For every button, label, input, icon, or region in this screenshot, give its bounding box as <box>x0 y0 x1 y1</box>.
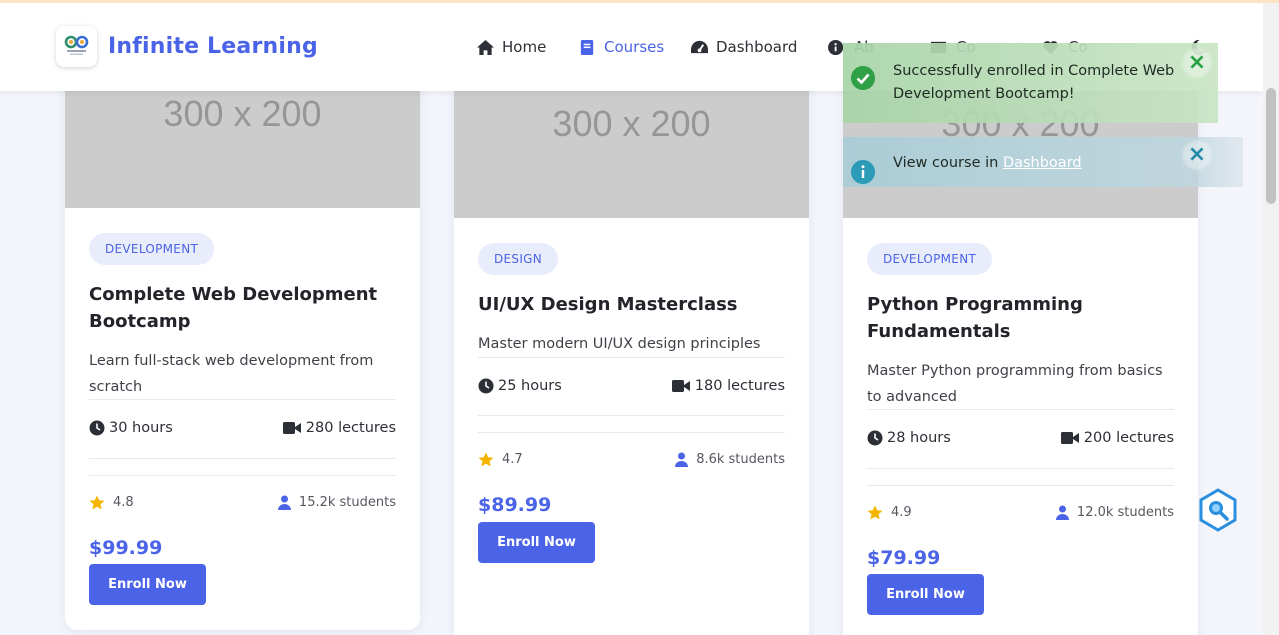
course-students: 8.6k students <box>696 452 785 467</box>
divider <box>478 432 785 433</box>
video-icon <box>282 422 301 434</box>
star-icon <box>867 505 883 520</box>
image-placeholder-text: 300 x 200 <box>163 93 322 134</box>
course-description: Learn full-stack web development from sc… <box>89 353 374 395</box>
clock-icon <box>867 430 883 446</box>
clock-icon <box>89 420 105 436</box>
star-icon <box>478 452 494 467</box>
brand-name[interactable]: Infinite Learning <box>108 34 318 59</box>
nav-dashboard[interactable]: Dashboard <box>690 36 797 58</box>
scrollbar-thumb[interactable] <box>1266 88 1276 204</box>
enroll-now-button[interactable]: Enroll Now <box>867 574 984 615</box>
course-price: $99.99 <box>89 537 163 559</box>
divider <box>867 409 1174 410</box>
brand-logo[interactable] <box>56 26 97 67</box>
infinite-logo-icon <box>64 35 89 55</box>
nav-courses-label: Courses <box>604 38 665 56</box>
course-hours: 25 hours <box>498 378 562 394</box>
top-accent-line <box>0 0 1279 3</box>
gauge-icon <box>691 40 708 53</box>
course-lectures: 180 lectures <box>694 378 785 394</box>
course-image: 300 x 200 <box>454 70 809 218</box>
check-circle-icon <box>851 66 875 90</box>
clock-icon <box>478 378 494 394</box>
course-price: $79.99 <box>867 547 941 569</box>
course-card[interactable]: 300 x 200 DEVELOPMENT Complete Web Devel… <box>65 60 420 630</box>
success-toast: Successfully enrolled in Complete Web De… <box>843 43 1218 123</box>
course-price: $89.99 <box>478 494 552 516</box>
course-lectures: 280 lectures <box>305 420 396 436</box>
divider <box>89 399 396 400</box>
course-meta: 25 hours 180 lectures <box>478 378 785 398</box>
nav-home[interactable]: Home <box>476 36 546 58</box>
category-badge: DEVELOPMENT <box>867 243 993 275</box>
video-icon <box>1060 432 1079 444</box>
category-badge: DEVELOPMENT <box>89 233 215 265</box>
info-message-prefix: View course in <box>893 155 1003 171</box>
divider <box>89 475 396 476</box>
nav-courses[interactable]: Courses <box>578 36 664 58</box>
course-description: Master Python programming from basics to… <box>867 363 1163 405</box>
course-rating: 4.9 <box>891 505 912 520</box>
dashboard-link[interactable]: Dashboard <box>1003 155 1082 171</box>
course-meta: 30 hours 280 lectures <box>89 420 396 440</box>
video-icon <box>671 380 690 392</box>
close-icon[interactable]: × <box>1184 50 1210 76</box>
course-rating: 4.7 <box>502 452 523 467</box>
divider <box>867 468 1174 469</box>
search-assistant-icon[interactable] <box>1195 487 1241 533</box>
course-description: Master modern UI/UX design principles <box>478 336 761 352</box>
course-rating-row: 4.8 15.2k students <box>89 495 396 513</box>
user-icon <box>1055 505 1069 520</box>
course-meta: 28 hours 200 lectures <box>867 430 1174 450</box>
course-title[interactable]: Python Programming Fundamentals <box>867 291 1177 345</box>
nav-dashboard-label: Dashboard <box>716 38 798 56</box>
course-title[interactable]: UI/UX Design Masterclass <box>478 291 788 318</box>
course-hours: 28 hours <box>887 430 951 446</box>
course-card[interactable]: 300 x 200 DESIGN UI/UX Design Masterclas… <box>454 70 809 635</box>
course-students: 12.0k students <box>1076 505 1174 520</box>
info-circle-icon <box>851 160 875 184</box>
category-badge: DESIGN <box>478 243 559 275</box>
course-rating: 4.8 <box>113 495 134 510</box>
book-icon <box>580 39 594 55</box>
user-icon <box>277 495 291 510</box>
star-icon <box>89 495 105 510</box>
divider <box>867 485 1174 486</box>
course-hours: 30 hours <box>109 420 173 436</box>
course-rating-row: 4.7 8.6k students <box>478 452 785 470</box>
enroll-now-button[interactable]: Enroll Now <box>478 522 595 563</box>
user-icon <box>675 452 689 467</box>
course-title[interactable]: Complete Web Development Bootcamp <box>89 281 399 335</box>
close-icon[interactable]: × <box>1184 142 1210 168</box>
info-toast: View course in Dashboard × <box>843 137 1243 187</box>
success-message: Successfully enrolled in Complete Web De… <box>893 63 1175 102</box>
nav-home-label: Home <box>502 38 547 56</box>
enroll-now-button[interactable]: Enroll Now <box>89 564 206 605</box>
info-message: View course in Dashboard <box>893 152 1082 175</box>
home-icon <box>477 39 494 55</box>
divider <box>89 458 396 459</box>
image-placeholder-text: 300 x 200 <box>552 103 711 144</box>
course-students: 15.2k students <box>298 495 396 510</box>
course-lectures: 200 lectures <box>1083 430 1174 446</box>
divider <box>478 357 785 358</box>
course-rating-row: 4.9 12.0k students <box>867 505 1174 523</box>
divider <box>478 415 785 416</box>
